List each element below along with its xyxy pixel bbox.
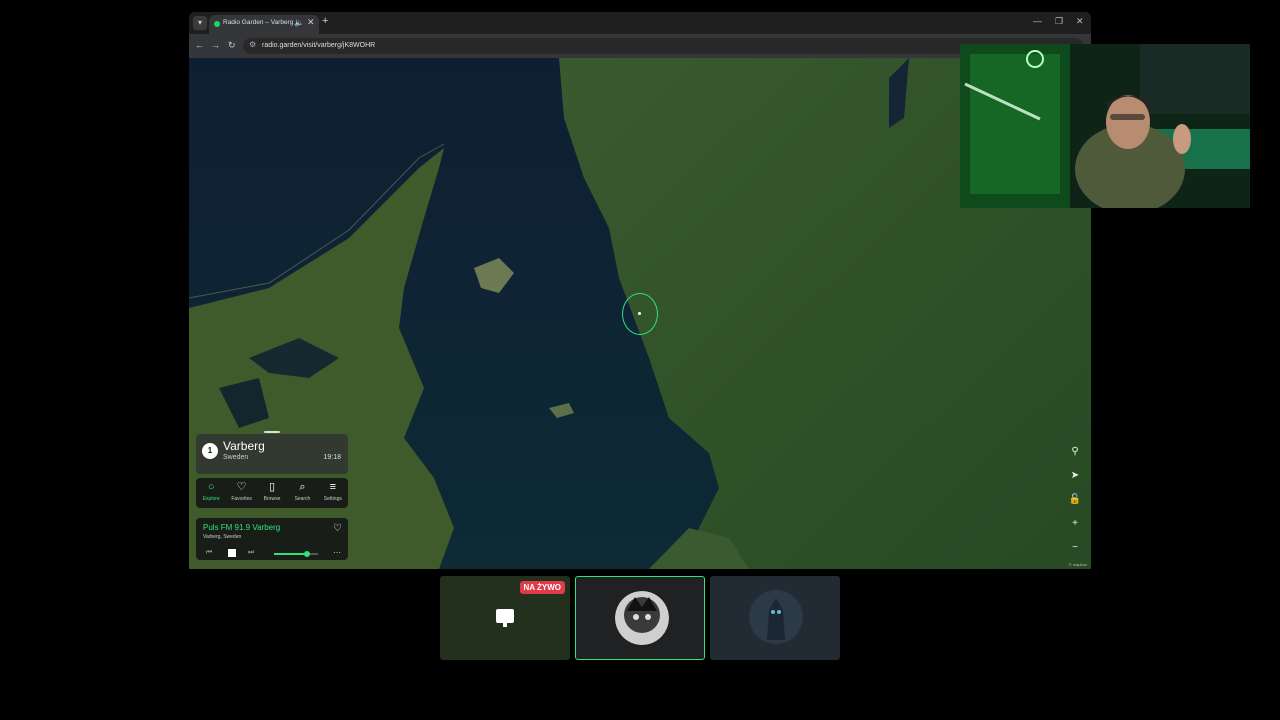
place-country: Sweden — [223, 454, 249, 461]
favorite-heart-icon[interactable]: ♡ — [333, 523, 342, 534]
next-icon[interactable]: ⏭ — [248, 549, 254, 557]
forward-icon[interactable]: → — [211, 40, 220, 50]
search-icon: ⌕ — [299, 481, 306, 493]
station-count-badge: 1 — [202, 443, 218, 459]
favicon-icon — [214, 21, 220, 27]
heart-icon: ♡ — [236, 481, 247, 493]
drag-handle[interactable] — [264, 431, 280, 433]
live-badge: NA ŻYWO — [519, 581, 565, 594]
zoom-out-icon[interactable]: − — [1068, 539, 1082, 557]
participant-thumbnail[interactable] — [575, 576, 705, 660]
screen-stand — [503, 623, 507, 627]
station-location: Varberg, Sweden — [203, 534, 242, 540]
reload-icon[interactable]: ↻ — [228, 40, 236, 51]
previous-icon[interactable]: ⏮ — [206, 549, 212, 557]
nav-search[interactable]: ⌕ Search — [287, 478, 317, 508]
nav-favorites[interactable]: ♡ Favorites — [226, 478, 256, 508]
nav-browse[interactable]: ▯ Browse — [257, 478, 287, 508]
station-dot[interactable] — [638, 312, 641, 315]
stop-button[interactable] — [228, 549, 236, 557]
radio-nav: ○ Explore ♡ Favorites ▯ Browse ⌕ Search … — [196, 478, 348, 508]
avatar — [749, 590, 803, 644]
tab-title: Radio Garden – Varberg — [223, 19, 294, 26]
globe-map[interactable]: ⚲ ➤ 🔓 + − © mapbox 1 Varberg Sweden 19:1… — [189, 58, 1091, 569]
location-pin-icon[interactable]: ⚲ — [1068, 443, 1082, 461]
zoom-in-icon[interactable]: + — [1068, 515, 1082, 533]
tab-radio-garden[interactable]: Radio Garden – Varberg 🔈 ✕ — [209, 15, 319, 34]
local-time: 19:18 — [323, 454, 341, 461]
volume-slider[interactable] — [274, 550, 318, 557]
nav-label: Settings — [323, 496, 342, 502]
maximize-icon[interactable]: ❐ — [1055, 16, 1063, 27]
nav-label: Browse — [263, 496, 281, 502]
participant-thumbnail[interactable] — [710, 576, 840, 660]
avatar — [615, 591, 669, 645]
nav-label: Favorites — [231, 496, 252, 502]
tab-bar: ▾ Radio Garden – Varberg 🔈 ✕ + — ❐ ✕ — [189, 12, 1091, 34]
address-bar: ← → ↻ ⚙ radio.garden/visit/varberg/jK8WO… — [189, 34, 1091, 58]
place-card[interactable]: 1 Varberg Sweden 19:18 — [196, 431, 348, 474]
volume-knob[interactable] — [304, 550, 310, 557]
volume-fill — [274, 553, 307, 555]
map-attribution: © mapbox — [1068, 562, 1087, 567]
screen-share-icon — [496, 609, 514, 623]
map-icon: ▯ — [268, 481, 276, 493]
webcam-overlay — [960, 44, 1250, 208]
place-name: Varberg — [223, 439, 265, 453]
screen-share-thumbnail[interactable]: NA ŻYWO — [440, 576, 570, 660]
nav-label: Explore — [202, 496, 220, 502]
more-icon[interactable]: ⋯ — [333, 548, 341, 557]
browser-window: ▾ Radio Garden – Varberg 🔈 ✕ + — ❐ ✕ ← →… — [189, 12, 1091, 569]
url-text: radio.garden/visit/varberg/jK8WOHR — [262, 42, 376, 49]
speaker-icon[interactable]: 🔈 — [294, 18, 304, 27]
close-tab-icon[interactable]: ✕ — [307, 17, 315, 28]
new-tab-icon[interactable]: + — [322, 15, 328, 27]
nav-label: Search — [294, 496, 311, 502]
station-name[interactable]: Puls FM 91.9 Varberg — [203, 523, 280, 532]
minimize-icon[interactable]: — — [1033, 16, 1042, 26]
back-icon[interactable]: ← — [195, 40, 204, 50]
url-field[interactable]: ⚙ radio.garden/visit/varberg/jK8WOHR — [243, 38, 1083, 54]
navigate-icon[interactable]: ➤ — [1068, 467, 1082, 485]
webcam-feed — [960, 44, 1250, 208]
nav-explore[interactable]: ○ Explore — [196, 478, 226, 508]
map-controls: ⚲ ➤ 🔓 + − — [1068, 443, 1082, 563]
player: Puls FM 91.9 Varberg Varberg, Sweden ♡ ⏮… — [196, 518, 348, 560]
lock-icon[interactable]: 🔓 — [1068, 491, 1082, 509]
site-info-icon[interactable]: ⚙ — [249, 40, 256, 49]
tab-search-icon[interactable]: ▾ — [193, 16, 207, 30]
explore-icon: ○ — [207, 481, 215, 493]
menu-icon: ≡ — [329, 481, 337, 493]
close-window-icon[interactable]: ✕ — [1076, 16, 1084, 27]
nav-settings[interactable]: ≡ Settings — [318, 478, 348, 508]
